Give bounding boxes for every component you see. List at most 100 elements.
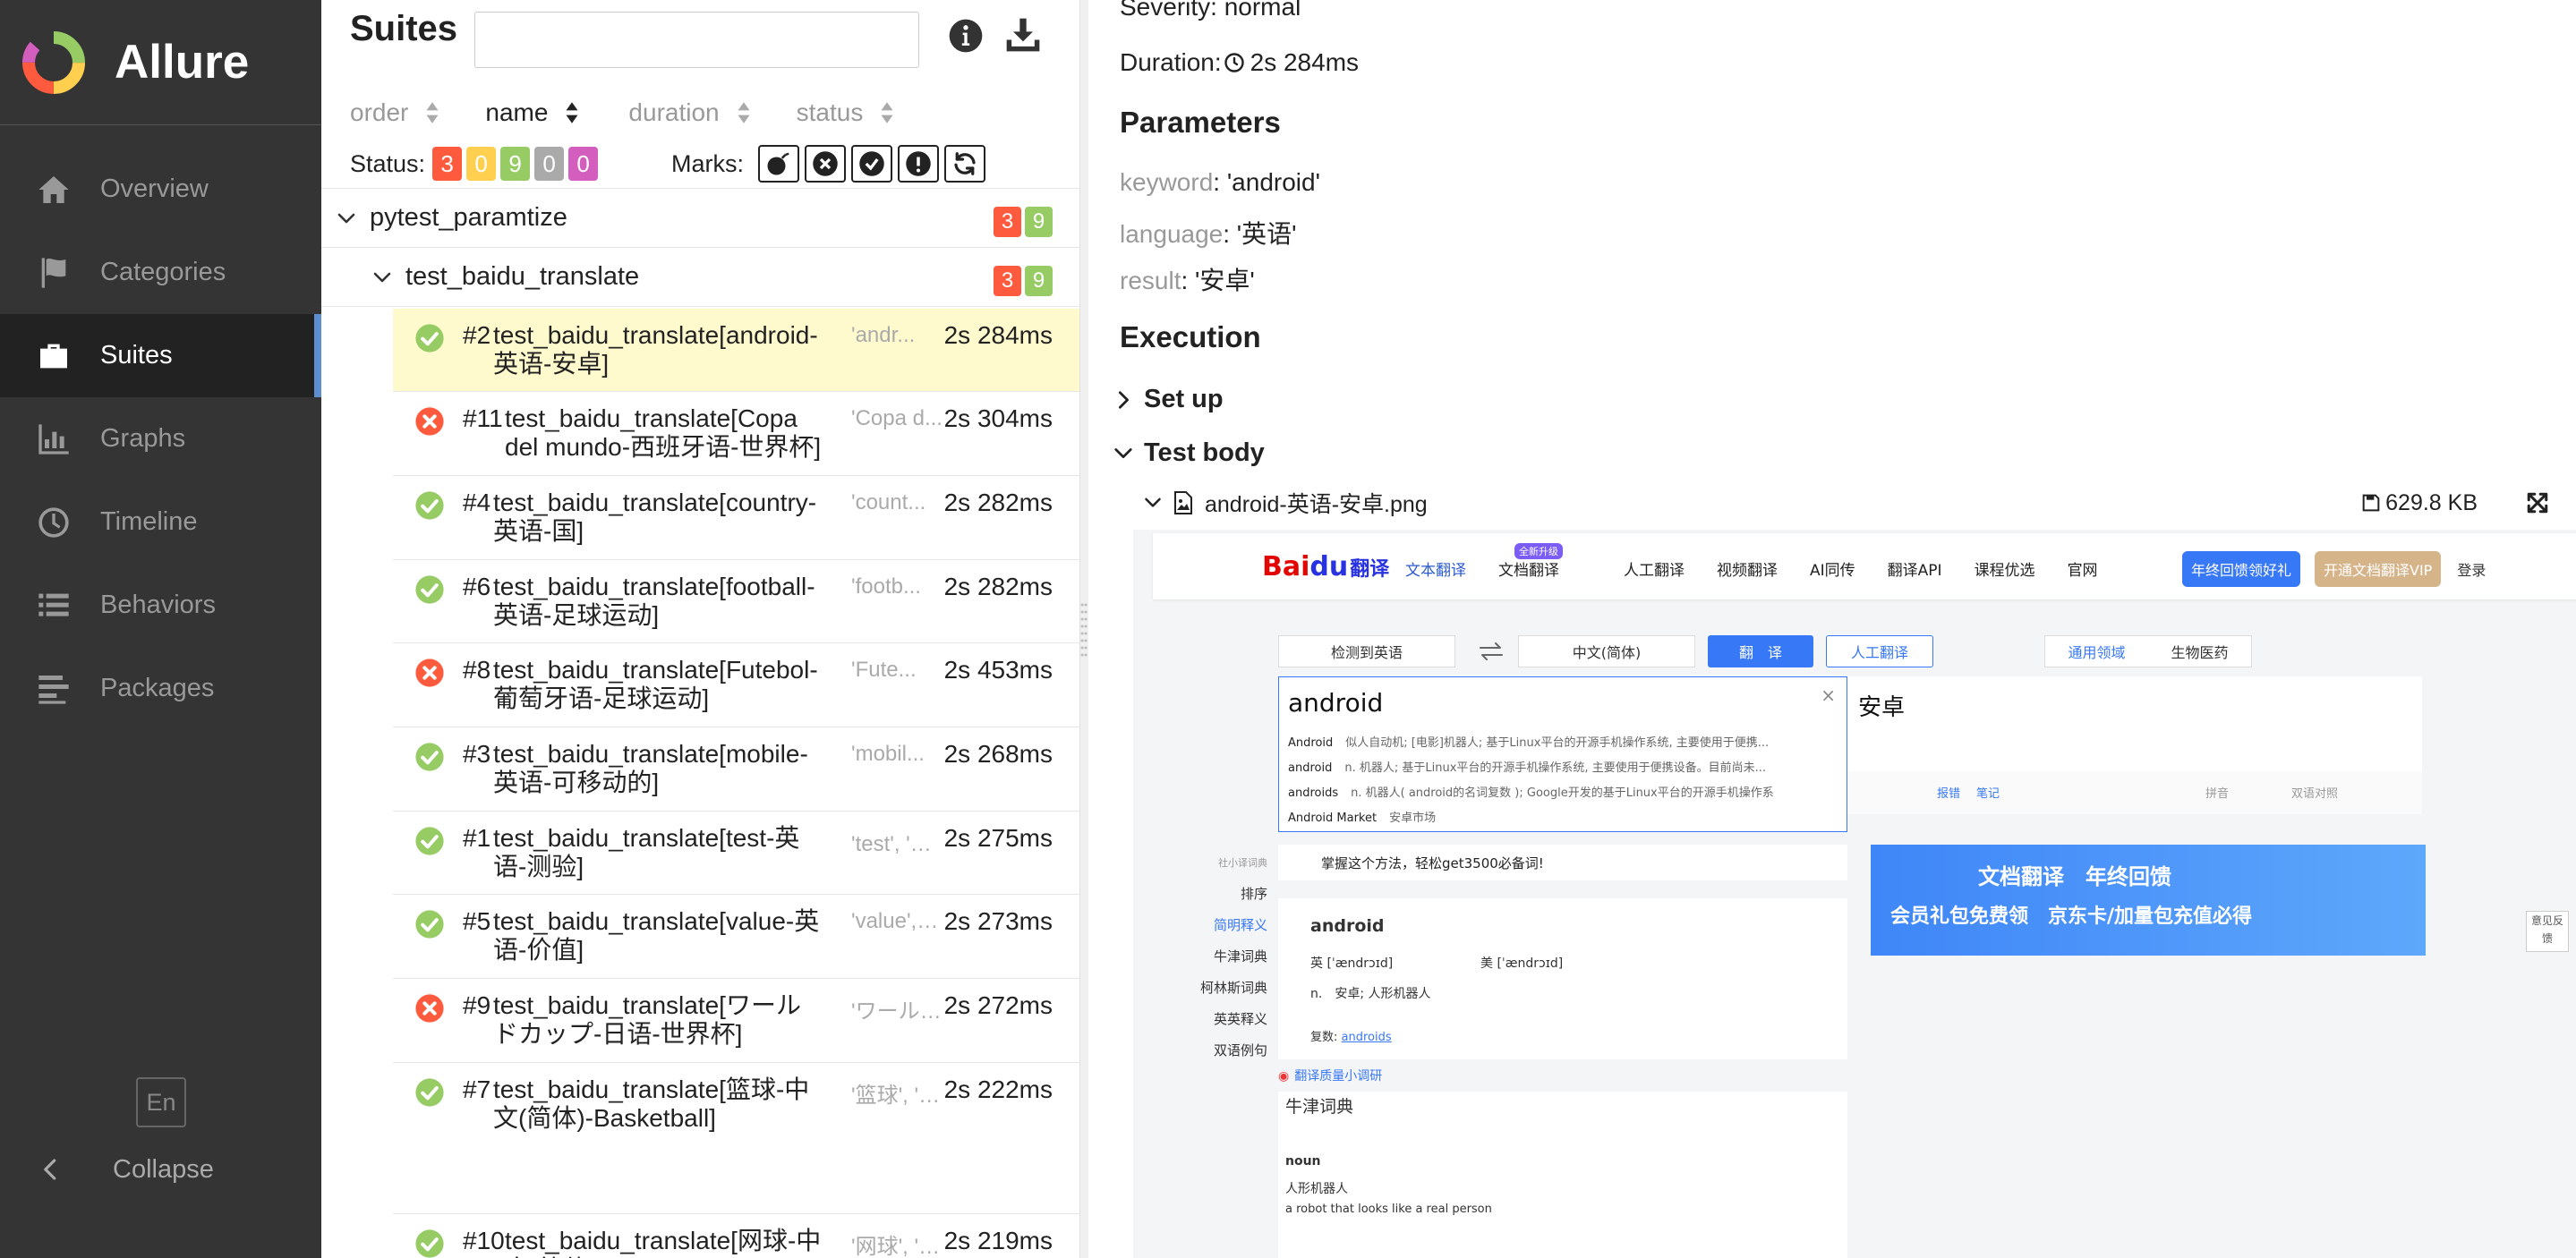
- page-title: Suites: [350, 9, 458, 48]
- info-icon[interactable]: [948, 18, 984, 54]
- sidebar-item-label: Graphs: [100, 424, 186, 453]
- test-row[interactable]: #6 test_baidu_translate[football-英语-足球运动]…: [393, 560, 1079, 643]
- suggestion-word: androids: [1288, 786, 1339, 800]
- test-row[interactable]: #5 test_baidu_translate[value-英语-价值] 'valu…: [393, 895, 1079, 979]
- baidu-logo: Baidu翻译: [1262, 551, 1389, 582]
- test-order: #9: [463, 991, 491, 1019]
- clock-icon: [1224, 53, 1244, 72]
- test-params: 'andr...: [851, 323, 916, 347]
- human-translate-button: 人工翻译: [1826, 635, 1933, 667]
- param-key: result: [1120, 267, 1181, 294]
- test-row[interactable]: #3 test_baidu_translate[mobile-英语-可移动的] 'm…: [393, 727, 1079, 812]
- suggestion-def: 安卓市场: [1389, 812, 1437, 825]
- status-passed-toggle[interactable]: 9: [500, 147, 531, 181]
- dict-word: android: [1310, 916, 1385, 936]
- source-text: android: [1288, 688, 1384, 718]
- download-icon[interactable]: [1003, 15, 1043, 55]
- domain-label: 生物医药: [2171, 644, 2229, 661]
- login-link: 登录: [2457, 562, 2486, 579]
- align-left-icon: [38, 675, 69, 704]
- attachment-size-value: 629.8 KB: [2385, 489, 2478, 515]
- sort-by-name[interactable]: name: [485, 98, 580, 127]
- test-duration: 2s 282ms: [943, 573, 1053, 600]
- check-circle-icon: [415, 324, 444, 353]
- mark-new-passed-toggle[interactable]: [851, 145, 893, 183]
- dict-nav: 社小译词典 排序 简明释义 牛津词典 柯林斯词典 英英释义 双语例句: [1169, 847, 1267, 1067]
- sorter-label: duration: [628, 98, 720, 126]
- test-row[interactable]: #2 test_baidu_translate[android-英语-安卓] 'an…: [393, 309, 1079, 392]
- drag-handle-icon[interactable]: [1079, 599, 1088, 662]
- sort-by-status[interactable]: status: [797, 98, 896, 127]
- oxford-en: a robot that looks like a real person: [1285, 1203, 1492, 1216]
- test-name: test_baidu_translate[篮球-中文(简体)-Basketbal…: [493, 1075, 810, 1132]
- test-duration: 2s 275ms: [943, 824, 1053, 852]
- sidebar-item-graphs[interactable]: Graphs: [0, 397, 321, 480]
- status-skipped-toggle[interactable]: 0: [534, 147, 565, 181]
- sort-by-order[interactable]: order: [350, 98, 440, 127]
- test-params: 'footb...: [851, 574, 921, 599]
- test-name: test_baidu_translate[ワールドカップ-日语-世界杯]: [493, 991, 801, 1048]
- suggestion-item: Android 似人自动机; [电影]机器人; 基于Linux平台的开源手机操作系…: [1288, 733, 1769, 750]
- test-name: test_baidu_translate[网球-中文(简体)-Tennis]: [505, 1227, 822, 1258]
- attachment-image[interactable]: Baidu翻译 文本翻译 文档翻译 全新升级 人工翻译 视频翻译 AI同传 翻译A…: [1133, 530, 2576, 1258]
- clock-icon: [38, 506, 69, 538]
- mark-new-broken-toggle[interactable]: [898, 145, 940, 183]
- test-name: test_baidu_translate[test-英语-测验]: [493, 824, 800, 880]
- dict-nav-item: 双语例句: [1213, 1042, 1267, 1058]
- test-row[interactable]: #9 test_baidu_translate[ワールドカップ-日语-世界杯] 'ワ…: [393, 979, 1079, 1063]
- passed-count-badge: 9: [1025, 207, 1053, 237]
- mark-flaky-toggle[interactable]: [758, 145, 800, 183]
- status-broken-toggle[interactable]: 0: [466, 147, 497, 181]
- test-order: #3: [463, 740, 491, 768]
- check-circle-icon: [415, 1078, 444, 1107]
- test-row[interactable]: #4 test_baidu_translate[country-英语-国] 'cou…: [393, 476, 1079, 560]
- search-input[interactable]: [474, 12, 919, 68]
- target-lang-select: 中文(简体): [1518, 635, 1695, 667]
- test-row[interactable]: #7 test_baidu_translate[篮球-中文(简体)-Basketb…: [393, 1063, 1079, 1214]
- briefcase-icon: [40, 344, 67, 368]
- expand-icon[interactable]: [2526, 491, 2549, 514]
- sidebar-item-overview[interactable]: Overview: [0, 148, 321, 231]
- domain-select: 通用领域 生物医药: [2044, 635, 2252, 667]
- times-circle-icon: [415, 994, 444, 1023]
- refresh-icon: [954, 152, 976, 175]
- test-row[interactable]: #10test_baidu_translate[网球-中文(简体)-Tennis…: [393, 1214, 1079, 1258]
- tree-group-child[interactable]: test_baidu_translate 3 9: [321, 248, 1079, 307]
- language-switch-button[interactable]: En: [136, 1077, 186, 1127]
- setup-step[interactable]: Set up: [1113, 385, 1224, 414]
- sidebar-item-packages[interactable]: Packages: [0, 647, 321, 730]
- test-row[interactable]: #8 test_baidu_translate[Futebol-葡萄牙语-足球运动…: [393, 643, 1079, 727]
- test-order: #4: [463, 489, 491, 516]
- suggestion-word: Android Market: [1288, 812, 1378, 825]
- test-row[interactable]: #1 test_baidu_translate[test-英语-测验] 'test'…: [393, 812, 1079, 895]
- sidebar: Allure Overview Categories Suites Graphs…: [0, 0, 321, 1258]
- status-failed-toggle[interactable]: 3: [432, 147, 463, 181]
- collapse-button[interactable]: Collapse: [38, 1147, 214, 1192]
- test-name: test_baidu_translate[value-英语-价值]: [493, 907, 820, 964]
- check-circle-icon: [415, 910, 444, 939]
- sorter-label: order: [350, 98, 409, 126]
- sidebar-item-suites[interactable]: Suites: [0, 314, 321, 397]
- chevron-right-icon: [1118, 390, 1129, 409]
- status-unknown-toggle[interactable]: 0: [568, 147, 599, 181]
- tree-group-root[interactable]: pytest_paramtize 3 9: [321, 189, 1079, 248]
- sidebar-item-behaviors[interactable]: Behaviors: [0, 564, 321, 647]
- test-body-step[interactable]: Test body: [1113, 438, 1265, 468]
- source-lang-select: 检测到英语: [1278, 635, 1455, 667]
- times-circle-icon: [415, 407, 444, 436]
- mark-new-failed-toggle[interactable]: [805, 145, 847, 183]
- test-row[interactable]: #11 test_baidu_translate[Copa del mundo-西…: [393, 392, 1079, 476]
- chevron-down-icon: [337, 213, 355, 223]
- attachment-row[interactable]: android-英语-安卓.png 629.8 KB: [1144, 487, 2549, 519]
- test-duration: 2s 219ms: [943, 1227, 1053, 1254]
- mark-retries-toggle[interactable]: [944, 145, 986, 183]
- brand[interactable]: Allure: [0, 0, 321, 125]
- sidebar-item-timeline[interactable]: Timeline: [0, 480, 321, 564]
- target-toolbar: 报错 笔记 拼音 双语对照: [1847, 771, 2422, 814]
- param-key: keyword: [1120, 168, 1214, 196]
- baidu-nav-link: 翻译API: [1887, 562, 1942, 580]
- sidebar-item-categories[interactable]: Categories: [0, 231, 321, 314]
- test-params: '篮球', '中文...: [851, 1084, 943, 1108]
- home-icon: [38, 175, 69, 203]
- sort-by-duration[interactable]: duration: [628, 98, 751, 127]
